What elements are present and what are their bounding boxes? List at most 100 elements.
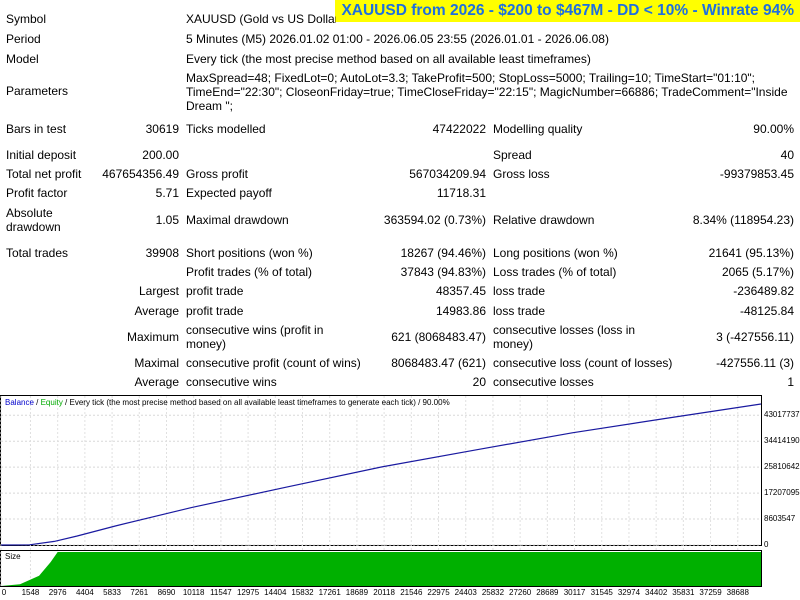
x-tick-label: 22975 xyxy=(427,588,450,597)
maxdd-value: 363594.02 (0.73%) xyxy=(383,213,486,227)
acw-value: 20 xyxy=(472,375,486,389)
grossprofit-label: Gross profit xyxy=(186,167,249,181)
mcw-value: 621 (8068483.47) xyxy=(391,330,486,344)
grossloss-value: -99379853.45 xyxy=(719,167,794,181)
long-value: 21641 (95.13%) xyxy=(708,246,794,260)
x-tick-label: 38688 xyxy=(726,588,749,597)
x-tick-label: 2976 xyxy=(48,588,67,597)
acw-label: consecutive wins xyxy=(186,375,277,389)
pf-value: 5.71 xyxy=(155,186,179,200)
y-tick-label: 17207095 xyxy=(764,488,800,498)
ticks-value: 47422022 xyxy=(432,122,486,136)
x-tick-label: 12975 xyxy=(236,588,260,597)
quality-value: 90.00% xyxy=(753,122,794,136)
short-label: Short positions (won %) xyxy=(186,246,313,260)
chart-title: Balance / Equity / Every tick (the most … xyxy=(5,398,450,408)
mcp-label: consecutive profit (count of wins) xyxy=(186,356,361,370)
maxdd-label: Maximal drawdown xyxy=(186,213,289,227)
balance-chart: Balance / Equity / Every tick (the most … xyxy=(0,395,800,600)
alt-label: loss trade xyxy=(493,304,546,318)
acl-label: consecutive losses xyxy=(493,375,594,389)
y-tick-label: 0 xyxy=(764,540,769,549)
lpt-value: 48357.45 xyxy=(435,284,486,298)
pt-value: 37843 (94.83%) xyxy=(400,265,486,279)
spread-value: 40 xyxy=(780,148,794,162)
x-tick-label: 10118 xyxy=(182,588,205,597)
x-tick-label: 5833 xyxy=(103,588,121,597)
payoff-label: Expected payoff xyxy=(186,186,272,200)
x-tick-label: 34402 xyxy=(645,588,668,597)
chart-title-sep: / xyxy=(33,398,41,407)
mcp-value: 8068483.47 (621) xyxy=(391,356,486,370)
report-table: XAUUSD from 2026 - $200 to $467M - DD < … xyxy=(0,0,800,395)
mclc-label: consecutive loss (count of losses) xyxy=(493,356,673,370)
payoff-value: 11718.31 xyxy=(436,186,486,200)
x-tick-label: 4404 xyxy=(75,588,94,597)
period-value: 5 Minutes (M5) 2026.01.02 01:00 - 2026.0… xyxy=(186,32,609,46)
x-tick-label: 32974 xyxy=(617,588,641,597)
netprofit-label: Total net profit xyxy=(6,167,82,181)
x-tick-label: 25832 xyxy=(481,588,505,597)
apt-label: profit trade xyxy=(186,304,244,318)
acl-value: 1 xyxy=(787,375,794,389)
maximal-label: Maximal xyxy=(134,356,179,370)
y-tick-label: 43017737 xyxy=(764,410,800,420)
absdd-value: 1.05 xyxy=(155,213,179,227)
x-tick-label: 30117 xyxy=(563,588,586,597)
grossprofit-value: 567034209.94 xyxy=(409,167,486,181)
long-label: Long positions (won %) xyxy=(493,246,618,260)
x-tick-label: 15832 xyxy=(291,588,314,597)
lpt-label: profit trade xyxy=(186,284,244,298)
x-tick-label: 8690 xyxy=(157,588,176,597)
absdd-label: Absolute drawdown xyxy=(6,206,61,234)
x-tick-label: 28689 xyxy=(536,588,559,597)
bars-label: Bars in test xyxy=(6,122,67,136)
reldd-value: 8.34% (118954.23) xyxy=(692,213,794,227)
quality-label: Modelling quality xyxy=(493,122,583,136)
chart-title-equity: Equity xyxy=(40,398,63,407)
deposit-label: Initial deposit xyxy=(6,148,77,162)
alt-value: -48125.84 xyxy=(739,304,794,318)
symbol-label: Symbol xyxy=(6,12,47,26)
chart-title-balance: Balance xyxy=(5,398,34,407)
netprofit-value: 467654356.49 xyxy=(102,167,179,181)
chart-title-rest: / Every tick (the most precise method ba… xyxy=(62,398,450,407)
apt-value: 14983.86 xyxy=(435,304,486,318)
llt-value: -236489.82 xyxy=(733,284,794,298)
x-tick-label: 37259 xyxy=(699,588,722,597)
size-area xyxy=(1,552,761,586)
x-tick-label: 35831 xyxy=(672,588,695,597)
promo-banner: XAUUSD from 2026 - $200 to $467M - DD < … xyxy=(335,0,800,22)
x-tick-label: 17261 xyxy=(318,588,341,597)
x-tick-label: 21546 xyxy=(400,588,423,597)
period-label: Period xyxy=(6,32,41,46)
lt-label: Loss trades (% of total) xyxy=(493,265,617,279)
x-tick-label: 18689 xyxy=(345,588,369,597)
pt-label: Profit trades (% of total) xyxy=(186,265,313,279)
x-tick-label: 1548 xyxy=(21,588,40,597)
x-tick-label: 0 xyxy=(1,588,7,597)
mclc-value: -427556.11 (3) xyxy=(716,356,794,370)
model-label: Model xyxy=(6,52,39,66)
model-value: Every tick (the most precise method base… xyxy=(186,52,591,66)
y-tick-label: 8603547 xyxy=(764,514,796,524)
size-label: Size xyxy=(5,552,21,561)
mcl-value: 3 (-427556.11) xyxy=(716,330,794,344)
x-tick-label: 14404 xyxy=(264,588,287,597)
parameters-value: MaxSpread=48; FixedLot=0; AutoLot=3.3; T… xyxy=(186,71,788,113)
mcw-label: consecutive wins (profit in money) xyxy=(186,323,324,351)
main-plot-frame xyxy=(0,395,762,546)
parameters-label: Parameters xyxy=(6,84,69,98)
deposit-value: 200.00 xyxy=(142,148,179,162)
maximum-label: Maximum xyxy=(126,330,179,344)
x-tick-label: 7261 xyxy=(130,588,149,597)
average2-label: Average xyxy=(134,375,179,389)
spread-label: Spread xyxy=(493,148,532,162)
lt-value: 2065 (5.17%) xyxy=(721,265,794,279)
x-tick-label: 27260 xyxy=(509,588,532,597)
ticks-label: Ticks modelled xyxy=(186,122,266,136)
y-tick-label: 34414190 xyxy=(764,436,800,446)
llt-label: loss trade xyxy=(493,284,546,298)
x-tick-label: 20118 xyxy=(373,588,395,597)
reldd-label: Relative drawdown xyxy=(493,213,595,227)
